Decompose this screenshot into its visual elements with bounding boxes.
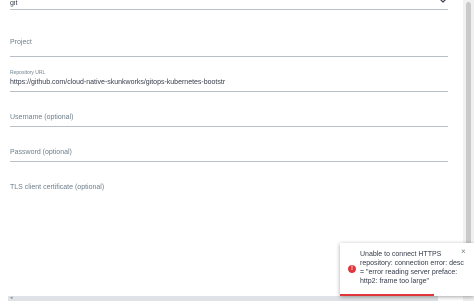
horizontal-scrollbar[interactable]: ◂	[8, 296, 438, 301]
type-select-value: git	[10, 0, 18, 7]
scroll-left-icon[interactable]: ◂	[10, 296, 13, 301]
repo-url-label: Repository URL	[10, 70, 46, 76]
notification-progress-bar	[340, 294, 434, 296]
error-icon: !	[348, 265, 356, 273]
repo-url-input[interactable]: https://github.com/cloud-native-skunkwor…	[10, 79, 225, 86]
password-label: Password (optional)	[10, 149, 72, 156]
repo-url-field[interactable]: Repository URL https://github.com/cloud-…	[10, 68, 448, 92]
type-select[interactable]: git	[10, 0, 448, 10]
close-icon[interactable]: ×	[461, 247, 466, 256]
project-underline	[10, 56, 448, 57]
tls-label: TLS client certificate (optional)	[10, 184, 105, 191]
username-field[interactable]: Username (optional)	[10, 112, 448, 128]
error-message: Unable to connect HTTPS repository: conn…	[360, 251, 464, 285]
project-field[interactable]: Project	[10, 36, 448, 58]
username-underline	[10, 126, 448, 127]
type-select-underline	[10, 9, 448, 10]
password-underline	[10, 161, 448, 162]
chevron-down-icon[interactable]	[438, 0, 448, 6]
username-label: Username (optional)	[10, 114, 74, 121]
project-label: Project	[10, 39, 32, 46]
tls-field-header: TLS client certificate (optional)	[10, 182, 448, 194]
vertical-scrollbar-thumb[interactable]	[466, 2, 471, 257]
repo-url-underline	[10, 91, 448, 92]
error-notification: ! Unable to connect HTTPS repository: co…	[340, 243, 474, 296]
password-field[interactable]: Password (optional)	[10, 147, 448, 163]
